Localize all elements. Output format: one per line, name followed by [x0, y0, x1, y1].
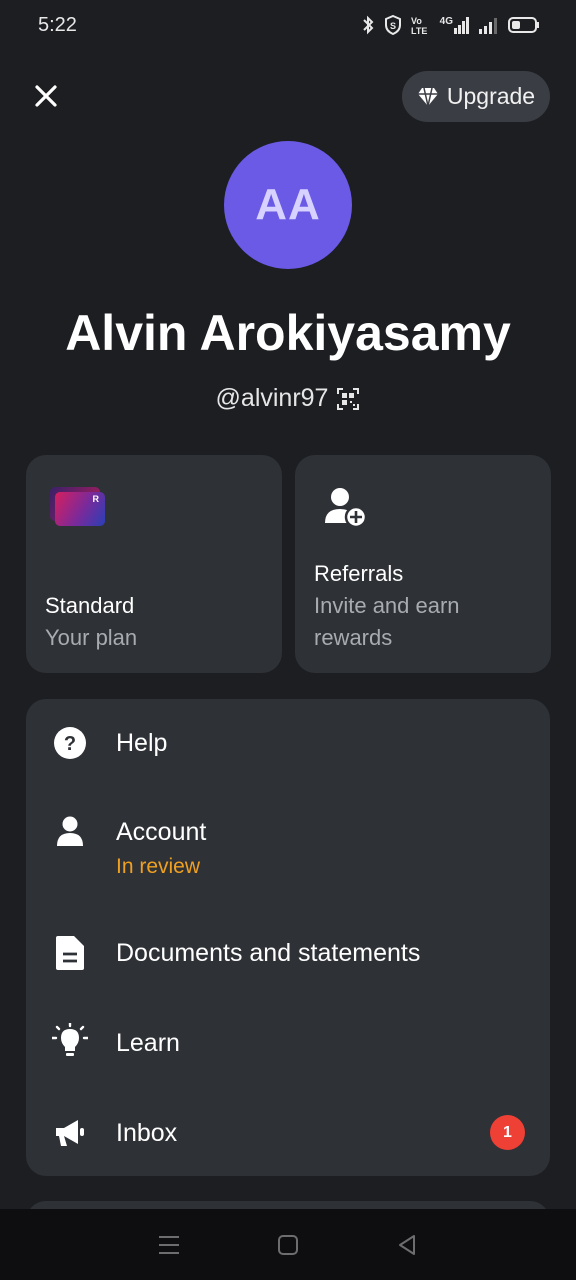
lightbulb-icon: [52, 1023, 88, 1059]
user-handle: @alvinr97: [215, 384, 329, 412]
plan-title: Standard: [45, 593, 135, 618]
add-person-icon: [325, 488, 367, 529]
signal-icon: [479, 16, 499, 34]
user-handle-row[interactable]: @alvinr97: [0, 384, 576, 413]
svg-text:LTE: LTE: [411, 26, 427, 35]
plan-subtitle: Your plan: [45, 625, 138, 650]
recents-button[interactable]: [149, 1225, 189, 1265]
menu-label-documents: Documents and statements: [116, 939, 421, 967]
menu-label-learn: Learn: [116, 1029, 180, 1057]
svg-text:Vo: Vo: [411, 16, 422, 26]
document-icon: [52, 935, 88, 971]
status-time: 5:22: [38, 13, 77, 36]
status-bar: 5:22 S Vo LTE 4G: [0, 0, 576, 50]
menu-item-learn[interactable]: Learn: [26, 999, 550, 1089]
menu-list: ? Help Account In review Documents and s…: [26, 699, 550, 1176]
inbox-badge: 1: [490, 1115, 525, 1150]
network-type-label: 4G: [439, 16, 453, 27]
referrals-subtitle-line1: Invite and earn: [314, 593, 460, 618]
referrals-title: Referrals: [314, 561, 404, 586]
plan-card-letter: R: [92, 494, 100, 504]
system-nav-bar: [0, 1209, 576, 1280]
close-button[interactable]: [28, 78, 64, 114]
help-circle-icon: ?: [52, 725, 88, 761]
avatar-initials: AA: [255, 180, 321, 229]
person-icon: [52, 813, 88, 849]
menu-lines-icon: [159, 1235, 180, 1254]
menu-item-documents[interactable]: Documents and statements: [26, 909, 550, 999]
referrals-subtitle-line2: rewards: [314, 625, 393, 650]
signal-4g-icon: 4G: [440, 16, 470, 34]
user-name: Alvin Arokiyasamy: [65, 305, 511, 361]
plan-card-icon: R: [50, 487, 106, 527]
shield-icon: S: [384, 15, 402, 35]
menu-label-account: Account: [116, 818, 207, 846]
back-button[interactable]: [387, 1225, 427, 1265]
menu-label-inbox: Inbox: [116, 1119, 178, 1147]
menu-label-help: Help: [116, 729, 168, 757]
triangle-back-icon: [398, 1234, 415, 1255]
referrals-card[interactable]: Referrals Invite and earn rewards: [295, 455, 551, 673]
plan-card[interactable]: R Standard Your plan: [26, 455, 282, 673]
menu-item-inbox[interactable]: Inbox 1: [26, 1089, 550, 1176]
upgrade-button[interactable]: Upgrade: [402, 71, 550, 122]
volte-icon: Vo LTE: [411, 15, 431, 35]
account-status: In review: [116, 855, 201, 878]
home-button[interactable]: [268, 1225, 308, 1265]
svg-text:S: S: [390, 21, 396, 31]
square-icon: [277, 1234, 298, 1255]
status-icons: S Vo LTE 4G: [361, 15, 540, 35]
bluetooth-icon: [361, 15, 375, 35]
menu-item-help[interactable]: ? Help: [26, 699, 550, 789]
avatar[interactable]: AA: [224, 141, 352, 269]
megaphone-icon: [52, 1115, 88, 1151]
menu-item-account[interactable]: Account In review: [26, 789, 550, 899]
diamond-icon: [417, 87, 438, 106]
close-icon: [35, 85, 57, 107]
qr-code-icon: [337, 387, 360, 410]
svg-text:?: ?: [64, 733, 76, 755]
battery-icon: [508, 16, 540, 34]
upgrade-label: Upgrade: [446, 83, 536, 109]
